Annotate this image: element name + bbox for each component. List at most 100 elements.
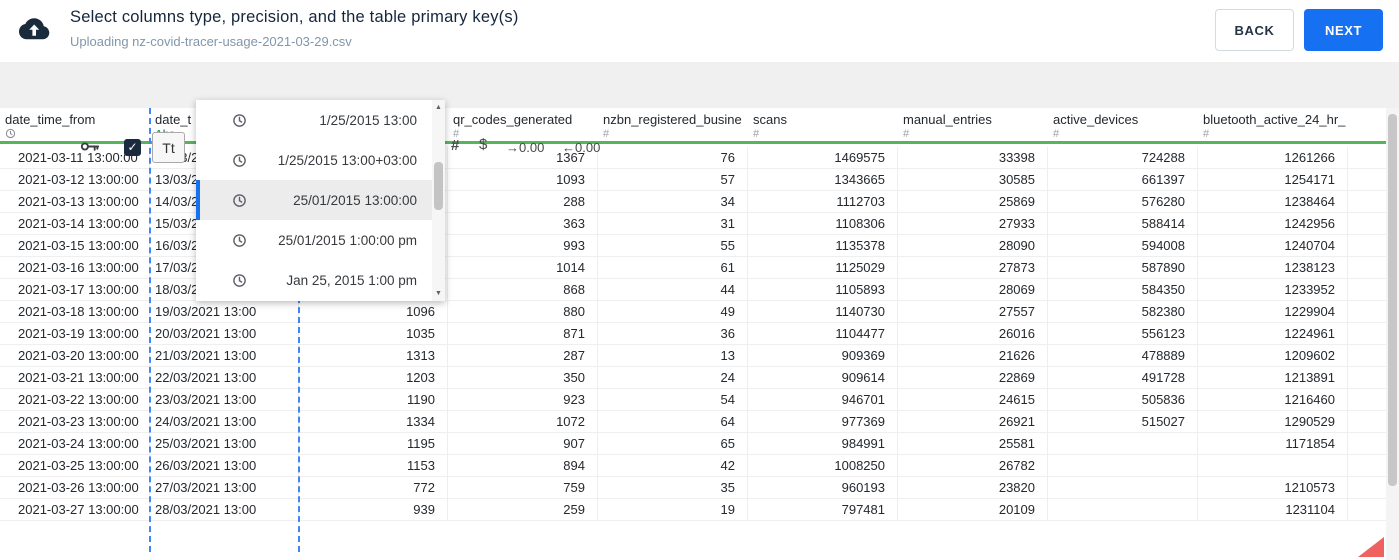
upload-cloud-icon bbox=[18, 15, 50, 48]
table-cell: 1112703 bbox=[748, 191, 898, 212]
row-filler bbox=[1348, 433, 1386, 454]
table-cell: 21/03/2021 13:00 bbox=[150, 345, 299, 366]
table-cell: 34 bbox=[598, 191, 748, 212]
table-cell bbox=[1198, 455, 1348, 476]
table-cell: 2021-03-23 13:00:00 bbox=[0, 411, 150, 432]
column-header-nzbn_registered_busine[interactable]: nzbn_registered_busine # bbox=[598, 108, 748, 141]
table-cell: 1108306 bbox=[748, 213, 898, 234]
row-filler bbox=[1348, 477, 1386, 498]
table-cell: 1135378 bbox=[748, 235, 898, 256]
table-cell: 33398 bbox=[898, 147, 1048, 168]
column-name: qr_codes_generated bbox=[453, 112, 573, 127]
row-filler bbox=[1348, 323, 1386, 344]
table-cell: 576280 bbox=[1048, 191, 1198, 212]
table-row: 2021-03-20 13:00:00 21/03/2021 13:00 1313 2… bbox=[0, 345, 1386, 367]
text-type-button[interactable]: Tt bbox=[152, 132, 185, 163]
table-cell: 587890 bbox=[1048, 257, 1198, 278]
table-cell: 13 bbox=[598, 345, 748, 366]
table-cell: 772 bbox=[299, 477, 448, 498]
table-cell: 22869 bbox=[898, 367, 1048, 388]
table-cell: 24/03/2021 13:00 bbox=[150, 411, 299, 432]
column-header-qr_codes_generated[interactable]: qr_codes_generated # bbox=[448, 108, 598, 141]
row-filler bbox=[1348, 257, 1386, 278]
table-cell: 2021-03-25 13:00:00 bbox=[0, 455, 150, 476]
table-cell: 259 bbox=[448, 499, 598, 520]
table-cell: 1072 bbox=[448, 411, 598, 432]
row-filler bbox=[1348, 169, 1386, 190]
dropdown-scrollbar[interactable]: ▲ ▼ bbox=[432, 100, 445, 301]
table-cell bbox=[1048, 455, 1198, 476]
increase-decimal-icon[interactable]: →0.00 bbox=[506, 140, 544, 155]
row-filler bbox=[1348, 147, 1386, 168]
column-header-active_devices[interactable]: active_devices # bbox=[1048, 108, 1198, 141]
table-cell: 25581 bbox=[898, 433, 1048, 454]
vertical-scrollbar[interactable] bbox=[1386, 108, 1399, 560]
column-header-manual_entries[interactable]: manual_entries # bbox=[898, 108, 1048, 141]
row-filler bbox=[1348, 213, 1386, 234]
clock-icon bbox=[232, 273, 247, 288]
row-filler bbox=[1348, 345, 1386, 366]
scrollbar-thumb[interactable] bbox=[1388, 114, 1397, 486]
table-row: 2021-03-24 13:00:00 25/03/2021 13:00 1195 9… bbox=[0, 433, 1386, 455]
decrease-decimal-icon[interactable]: ←0.00 bbox=[562, 140, 600, 155]
number-type-indicator: # bbox=[1203, 128, 1210, 140]
page-header: Select columns type, precision, and the … bbox=[0, 0, 1399, 62]
page-title: Select columns type, precision, and the … bbox=[70, 8, 519, 26]
currency-type-icon[interactable]: $ bbox=[479, 136, 487, 153]
table-cell: 1153 bbox=[299, 455, 448, 476]
number-type-indicator: # bbox=[753, 128, 760, 140]
check-icon: ✓ bbox=[127, 140, 138, 154]
column-name: date_time_from bbox=[5, 112, 96, 127]
table-cell: 1210573 bbox=[1198, 477, 1348, 498]
scroll-up-icon[interactable]: ▲ bbox=[432, 104, 445, 111]
table-cell: 20/03/2021 13:00 bbox=[150, 323, 299, 344]
table-cell: 491728 bbox=[1048, 367, 1198, 388]
table-cell: 759 bbox=[448, 477, 598, 498]
dropdown-item[interactable]: Jan 25, 2015 1:00 pm bbox=[196, 260, 432, 300]
dropdown-item[interactable]: 1/25/2015 13:00+03:00 bbox=[196, 140, 432, 180]
table-cell: 1238464 bbox=[1198, 191, 1348, 212]
next-button[interactable]: NEXT bbox=[1304, 9, 1383, 51]
table-cell: 26/03/2021 13:00 bbox=[150, 455, 299, 476]
table-cell: 35 bbox=[598, 477, 748, 498]
table-cell: 2021-03-22 13:00:00 bbox=[0, 389, 150, 410]
table-cell: 1216460 bbox=[1198, 389, 1348, 410]
table-cell: 31 bbox=[598, 213, 748, 234]
column-header-date_time_from[interactable]: date_time_from bbox=[0, 108, 150, 141]
table-cell: 871 bbox=[448, 323, 598, 344]
table-row: 2021-03-27 13:00:00 28/03/2021 13:00 939 25… bbox=[0, 499, 1386, 521]
dropdown-item[interactable]: 1/25/2015 13:00 bbox=[196, 100, 432, 140]
table-cell: 1008250 bbox=[748, 455, 898, 476]
scroll-down-icon[interactable]: ▼ bbox=[432, 290, 445, 297]
table-cell: 923 bbox=[448, 389, 598, 410]
table-cell: 57 bbox=[598, 169, 748, 190]
column-name: scans bbox=[753, 112, 787, 127]
back-button[interactable]: BACK bbox=[1215, 9, 1294, 51]
table-cell: 76 bbox=[598, 147, 748, 168]
table-cell: 1334 bbox=[299, 411, 448, 432]
dropdown-item[interactable]: 25/01/2015 13:00:00 bbox=[196, 180, 432, 220]
table-cell: 939 bbox=[299, 499, 448, 520]
table-cell: 28069 bbox=[898, 279, 1048, 300]
number-type-icon[interactable]: # bbox=[451, 137, 459, 154]
number-type-indicator: # bbox=[603, 128, 610, 140]
table-cell: 25/03/2021 13:00 bbox=[150, 433, 299, 454]
table-cell: 724288 bbox=[1048, 147, 1198, 168]
table-cell: 909614 bbox=[748, 367, 898, 388]
table-cell: 797481 bbox=[748, 499, 898, 520]
dropdown-item-label: 1/25/2015 13:00 bbox=[319, 112, 417, 128]
column-header-bluetooth_active_24_hr_[interactable]: bluetooth_active_24_hr_ # bbox=[1198, 108, 1348, 141]
table-cell: 1313 bbox=[299, 345, 448, 366]
table-cell: 2021-03-17 13:00:00 bbox=[0, 279, 150, 300]
table-cell: 1290529 bbox=[1198, 411, 1348, 432]
dropdown-item[interactable]: 25/01/2015 1:00:00 pm bbox=[196, 220, 432, 260]
include-column-checkbox[interactable]: ✓ bbox=[124, 139, 141, 156]
table-cell: 515027 bbox=[1048, 411, 1198, 432]
dropdown-scroll-thumb[interactable] bbox=[434, 162, 443, 210]
column-header-scans[interactable]: scans # bbox=[748, 108, 898, 141]
table-cell bbox=[1048, 499, 1198, 520]
table-cell: 28/03/2021 13:00 bbox=[150, 499, 299, 520]
table-cell: 1224961 bbox=[1198, 323, 1348, 344]
primary-key-icon[interactable] bbox=[78, 135, 101, 158]
table-cell: 1096 bbox=[299, 301, 448, 322]
